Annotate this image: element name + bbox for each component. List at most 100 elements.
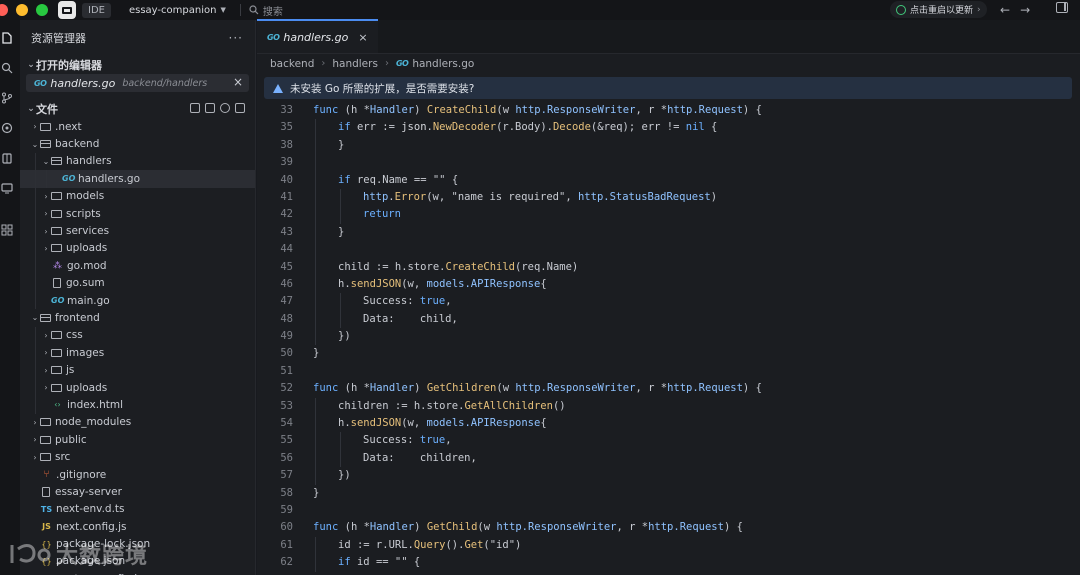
more-actions-icon[interactable]: ··· [229,31,243,45]
code-token: child := h.store. [338,260,446,273]
folder-icon [40,453,51,462]
code-token: (w, [426,190,452,203]
file-tree: › .next ⌄ backend ⌄ handlers GO handlers.go › mod… [20,118,255,575]
back-arrow-icon[interactable]: ← [1000,3,1010,17]
code-token: CreateChild [426,104,497,116]
tree-item[interactable]: › uploads [20,239,255,258]
tree-item[interactable]: GO handlers.go [20,170,255,188]
code-token: } [313,347,320,360]
files-title: 文件 [36,102,58,116]
explorer-icon[interactable] [1,32,13,44]
tree-item[interactable]: go.sum [20,274,255,292]
restart-update-button[interactable]: 点击重启以更新 › [890,1,987,18]
indent-guide [315,415,316,433]
extension-install-notice[interactable]: 未安装 Go 所需的扩展，是否需要安装? [264,77,1072,99]
tree-item[interactable]: ⑂ .gitignore [20,466,255,483]
code-editor[interactable]: 33 func (h *Handler) CreateChild(w http.R… [257,102,1080,572]
indent-guide [46,170,47,188]
run-debug-icon[interactable] [1,122,13,134]
breadcrumb-item[interactable]: handlers.go [412,58,474,70]
tree-item[interactable]: ‹› index.html [20,396,255,414]
indent-guide [315,188,316,207]
go-file-icon: GO [34,78,47,88]
tree-item[interactable]: ⁂ go.mod [20,257,255,275]
search-sidebar-icon[interactable] [1,62,13,74]
code-line: 49}) [257,328,1080,346]
code-token: if [338,121,351,134]
close-icon[interactable]: × [233,75,243,89]
code-line: 41 http.Error(w, "name is required", http… [257,188,1080,207]
tree-item[interactable]: TS next-env.d.ts [20,501,255,518]
tree-item[interactable]: ⌄ handlers [20,152,255,171]
code-token: id == [350,556,395,569]
code-token: { [704,121,718,134]
toggle-panel-icon[interactable] [1056,2,1068,13]
watermark-logo [10,544,51,563]
extensions-icon[interactable] [1,152,13,164]
breadcrumb-item[interactable]: handlers [332,58,378,70]
ide-badge[interactable]: IDE [58,1,111,19]
open-editor-item[interactable]: GO handlers.go backend/handlers × [26,74,249,92]
chevron-down-icon: ▼ [220,6,226,14]
maximize-window-button[interactable] [36,4,48,16]
close-window-button[interactable] [0,4,8,16]
code-token: (w [477,521,497,534]
collapse-all-icon[interactable] [235,103,245,113]
indent-guide [315,328,316,346]
history-navigation: ← → [1000,0,1030,20]
new-folder-icon[interactable] [205,103,215,113]
code-text: func (h *Handler) GetChild(w http.Respon… [313,519,743,536]
code-line: 50} [257,345,1080,362]
code-line: 42 return [257,206,1080,224]
tab-handlers-go[interactable]: GO handlers.go × [257,19,378,53]
new-file-icon[interactable] [190,103,200,113]
tree-item[interactable]: › images [20,344,255,362]
tree-item[interactable]: › node_modules [20,414,255,431]
code-token: http.ResponseWriter [515,382,636,395]
tree-item[interactable]: ⌄ frontend [20,309,255,326]
tree-item[interactable]: › uploads [20,378,255,397]
indent-guide [315,241,316,259]
file-icon [42,486,50,497]
line-number: 33 [280,104,293,116]
code-token: , [445,295,452,308]
tree-item-label: uploads [66,242,108,255]
search-icon [249,5,259,15]
code-token: } [313,486,320,499]
open-editors-header[interactable]: ⌄ 打开的编辑器 [20,56,255,73]
tree-item[interactable]: › scripts [20,204,255,223]
files-header[interactable]: ⌄ 文件 [20,100,255,117]
tree-item[interactable]: › .next [20,118,255,135]
code-line: 59 [257,502,1080,519]
tree-item[interactable]: › services [20,222,255,240]
source-control-icon[interactable] [1,92,13,104]
forward-arrow-icon[interactable]: → [1020,3,1030,17]
project-switcher[interactable]: essay-companion ▼ [129,5,226,16]
code-token: ) [414,521,427,534]
line-number: 48 [280,312,293,325]
tree-item[interactable]: › models [20,187,255,205]
line-number: 38 [280,138,293,151]
code-token: Success: [363,295,420,308]
tree-item[interactable]: › public [20,431,255,448]
tree-item[interactable]: › src [20,448,255,465]
chevron-right-icon: › [44,383,48,393]
code-token: children := h.store. [338,399,465,412]
apps-grid-icon[interactable] [1,224,13,236]
tree-item[interactable]: › js [20,361,255,379]
remote-explorer-icon[interactable] [1,182,13,194]
tree-item[interactable]: GO main.go [20,291,255,310]
typescript-file-icon: TS [40,504,53,514]
breadcrumb-item[interactable]: backend [270,58,314,70]
tree-item[interactable]: essay-server [20,483,255,500]
search-box[interactable]: 搜索 [249,3,283,18]
tree-item[interactable]: JSpostcss.config.js [20,570,255,575]
update-icon [896,4,906,15]
tree-item[interactable]: ⌄ backend [20,135,255,152]
tree-item[interactable]: › css [20,326,255,345]
tree-item[interactable]: JS next.config.js [20,518,255,535]
minimize-window-button[interactable] [16,4,28,16]
close-icon[interactable]: × [358,31,367,44]
refresh-icon[interactable] [220,103,230,113]
code-token: http.Request [648,521,724,534]
